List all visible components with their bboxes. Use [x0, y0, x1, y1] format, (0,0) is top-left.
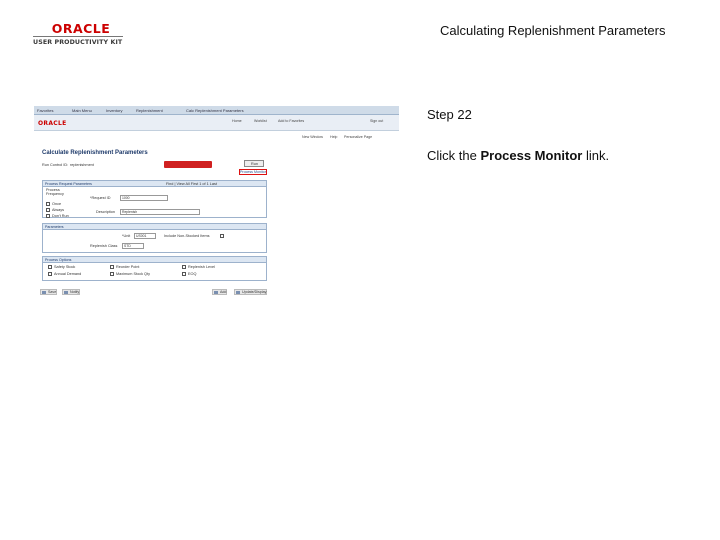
- instruction-target: Process Monitor: [480, 148, 583, 163]
- instruction-prefix: Click the: [427, 148, 481, 163]
- breadcrumb-favorites[interactable]: Favorites: [37, 108, 53, 113]
- option-reorder-point-checkbox[interactable]: [110, 265, 114, 269]
- parameters-header: Parameters: [43, 224, 266, 230]
- report-manager-highlighted-link[interactable]: [164, 161, 212, 168]
- application-screenshot: Favorites Main Menu Inventory Replenishm…: [34, 104, 399, 299]
- process-frequency-label: Process Frequency: [46, 188, 64, 196]
- include-checkbox[interactable]: [220, 234, 224, 238]
- oracle-logo-mark: ORACLE: [49, 22, 113, 35]
- instruction-suffix: link.: [582, 148, 610, 163]
- breadcrumb-main-menu[interactable]: Main Menu: [72, 108, 92, 113]
- worklist-link[interactable]: Worklist: [254, 119, 267, 123]
- breadcrumb-replenishment[interactable]: Replenishment: [136, 108, 163, 113]
- description-input[interactable]: Replenish: [120, 209, 200, 215]
- option-max-stock-label: Maximum Stock Qty: [116, 272, 150, 276]
- personalize-page-link[interactable]: Personalize Page: [344, 135, 372, 139]
- option-annual-demand-checkbox[interactable]: [48, 272, 52, 276]
- description-label: Description: [96, 210, 115, 214]
- run-button-label: Run: [251, 162, 258, 166]
- frequency-always-label: Always: [52, 208, 65, 212]
- request-id-input[interactable]: 1000: [120, 195, 168, 201]
- replenish-class-input[interactable]: STD: [122, 243, 144, 249]
- option-reorder-point-label: Reorder Point: [116, 265, 140, 269]
- run-control-value: replenishment: [70, 163, 94, 167]
- help-link[interactable]: Help: [330, 135, 337, 139]
- step-label: Step 22: [427, 107, 472, 122]
- notify-button[interactable]: Notify: [62, 289, 81, 295]
- process-monitor-link[interactable]: Process Monitor: [239, 169, 267, 175]
- option-safety-stock-checkbox[interactable]: [48, 265, 52, 269]
- frequency-dont-run-label: Don't Run: [52, 214, 69, 218]
- update-display-button[interactable]: Update/Display: [234, 289, 268, 295]
- option-max-stock-checkbox[interactable]: [110, 272, 114, 276]
- sign-out-link[interactable]: Sign out: [370, 119, 383, 123]
- option-replenish-level-label: Replenish Level: [188, 265, 216, 269]
- process-request-header: Process Request Parameters: [43, 181, 266, 187]
- run-control-label: Run Control ID:: [42, 163, 69, 167]
- replenish-class-label: Replenish Class: [90, 244, 118, 248]
- page-title: Calculate Replenishment Parameters: [42, 150, 148, 156]
- logo-divider: [33, 36, 123, 37]
- option-annual-demand-label: Annual Demand: [54, 272, 82, 276]
- add-button[interactable]: Add: [212, 289, 228, 295]
- breadcrumb-inventory[interactable]: Inventory: [106, 108, 122, 113]
- frequency-once-label: Once: [52, 202, 62, 206]
- home-link[interactable]: Home: [232, 119, 242, 123]
- brand-bar: [34, 115, 399, 131]
- breadcrumb-bar: Favorites Main Menu Inventory Replenishm…: [34, 106, 399, 115]
- process-options-section: Process Options: [42, 256, 267, 281]
- request-id-label: *Request ID: [90, 196, 111, 200]
- process-options-header: Process Options: [43, 257, 266, 263]
- breadcrumb-calc-replenishment[interactable]: Calc Replenishment Parameters: [186, 108, 244, 113]
- frequency-once-radio[interactable]: [46, 202, 50, 206]
- app-oracle-logo: ORACLE: [38, 120, 67, 127]
- frequency-dont-run-radio[interactable]: [46, 214, 50, 218]
- option-safety-stock-label: Safety Stock: [54, 265, 76, 269]
- frequency-always-radio[interactable]: [46, 208, 50, 212]
- include-label: Include Non-Stocked Items: [164, 234, 210, 238]
- step-instruction: Click the Process Monitor link.: [427, 148, 609, 163]
- option-eoq-label: EOQ: [188, 272, 197, 276]
- add-to-favorites-link[interactable]: Add to Favorites: [278, 119, 304, 123]
- unit-input[interactable]: US001: [134, 233, 156, 239]
- option-replenish-level-checkbox[interactable]: [182, 265, 186, 269]
- option-eoq-checkbox[interactable]: [182, 272, 186, 276]
- new-window-link[interactable]: New Window: [302, 135, 323, 139]
- logo-product-name: USER PRODUCTIVITY KIT: [33, 39, 123, 46]
- oracle-upk-logo: ORACLE USER PRODUCTIVITY KIT: [33, 22, 125, 46]
- unit-label: *Unit: [122, 234, 131, 238]
- run-button[interactable]: Run: [244, 160, 264, 167]
- oracle-logo-text: ORACLE: [52, 22, 111, 35]
- slide-title: Calculating Replenishment Parameters: [440, 23, 666, 38]
- save-button[interactable]: Save: [40, 289, 58, 295]
- grid-navigation[interactable]: Find | View All First 1 of 1 Last: [166, 182, 217, 186]
